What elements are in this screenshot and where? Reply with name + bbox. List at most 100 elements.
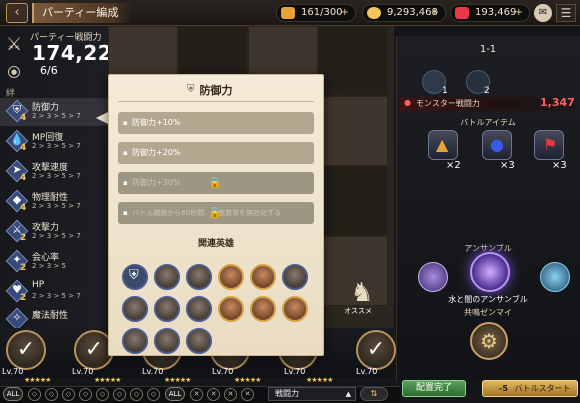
gem-counter[interactable]: 193,469 + xyxy=(450,4,530,22)
lock-icon: 🔒 xyxy=(208,206,222,219)
filter-all-class-button[interactable]: ALL xyxy=(165,387,185,401)
filter-element-icon[interactable]: ◇ xyxy=(79,388,92,401)
related-hero-9[interactable] xyxy=(186,296,212,322)
mail-icon: ✉ xyxy=(538,7,548,18)
related-hero-14[interactable] xyxy=(154,328,180,354)
filter-all-button[interactable]: ALL xyxy=(3,387,23,401)
filter-class-icon[interactable]: ✕ xyxy=(241,388,254,401)
add-gem-icon[interactable]: + xyxy=(515,5,523,21)
popup-title: 防御力 xyxy=(199,84,233,97)
hero-stars: ★★★★★ xyxy=(164,376,191,384)
related-hero-10[interactable] xyxy=(218,296,244,322)
magic-shield-icon: ✧ xyxy=(12,311,22,324)
bond-tier-1: ▪ 防御力+10% xyxy=(118,112,314,134)
sort-select[interactable]: 戦闘力 ▲ xyxy=(268,387,356,401)
ensemble-orb-left[interactable] xyxy=(418,262,448,292)
related-hero-8[interactable] xyxy=(154,296,180,322)
battle-item-1[interactable]: ▲ xyxy=(428,130,458,160)
bond-name: HP xyxy=(32,280,45,290)
battle-item-3[interactable]: ⚑ xyxy=(534,130,564,160)
ensemble-name: 水と闇のアンサンブル xyxy=(448,295,528,304)
bond-name: 魔法耐性 xyxy=(32,311,69,321)
monster-power-value: 1,347 xyxy=(540,96,575,109)
hero-stars: ★★★★★ xyxy=(24,376,51,384)
related-hero-4[interactable] xyxy=(218,264,244,290)
bond-tiers: 2 > 3 > 5 > 7 xyxy=(32,202,81,210)
bond-row-attack-speed[interactable]: ➤ 4 攻撃速度 2 > 3 > 5 > 7 xyxy=(0,158,108,186)
filter-class-icon[interactable]: ✕ xyxy=(224,388,237,401)
ready-button[interactable]: 配置完了 xyxy=(402,380,466,397)
page-title: パーティー編成 xyxy=(32,3,132,23)
related-hero-7[interactable] xyxy=(122,296,148,322)
filter-element-icon[interactable]: ◇ xyxy=(45,388,58,401)
bond-tier-4: ▪ バトル開始から60秒間、状態異常を無効化する 🔒 xyxy=(118,202,314,224)
chevron-down-icon: ▲ xyxy=(345,390,351,398)
related-hero-2[interactable] xyxy=(154,264,180,290)
bullet-icon: ▪ xyxy=(123,149,128,157)
ensemble-orb-right[interactable] xyxy=(540,262,570,292)
battle-item-2[interactable]: ● xyxy=(482,130,512,160)
coin-counter[interactable]: 9,293,468 + xyxy=(362,4,446,22)
filter-class-icon[interactable]: ✕ xyxy=(190,388,203,401)
menu-button[interactable]: ☰ xyxy=(556,4,576,22)
filter-element-icon[interactable]: ◇ xyxy=(96,388,109,401)
filter-class-icon[interactable]: ✕ xyxy=(207,388,220,401)
bond-tiers: 2 > 3 > 5 > 7 xyxy=(32,112,81,120)
bond-level: 4 xyxy=(20,173,27,183)
filter-element-icon[interactable]: ◇ xyxy=(113,388,126,401)
related-hero-15[interactable] xyxy=(186,328,212,354)
battle-start-label: バトルスタート xyxy=(514,384,571,393)
related-hero-3[interactable] xyxy=(186,264,212,290)
filter-element-icon[interactable]: ◇ xyxy=(62,388,75,401)
item-count: ×2 xyxy=(446,160,461,171)
hero-level: Lv.70 xyxy=(72,367,94,376)
bullet-icon: ▪ xyxy=(123,119,128,127)
stage-label: 1-1 xyxy=(479,44,497,55)
related-hero-6[interactable] xyxy=(282,264,308,290)
bullet-icon: ▪ xyxy=(123,179,128,187)
hero-stars: ★★★★★ xyxy=(234,376,261,384)
bond-row-physical-resist[interactable]: ◆ 4 物理耐性 2 > 3 > 5 > 7 xyxy=(0,188,108,216)
check-icon: ✓ xyxy=(366,337,386,362)
hero-stars: ★★★★★ xyxy=(306,376,333,384)
hero-level: Lv.70 xyxy=(142,367,164,376)
related-heroes-label: 関連英雄 xyxy=(197,239,234,249)
related-hero-11[interactable] xyxy=(250,296,276,322)
warning-icon: ● xyxy=(404,98,411,107)
mail-button[interactable]: ✉ xyxy=(534,4,552,22)
add-stamina-icon[interactable]: + xyxy=(341,5,349,21)
battle-start-button[interactable]: -5 バトルスタート xyxy=(482,380,578,397)
related-hero-1[interactable]: ⛨ xyxy=(122,264,148,290)
tier-text: 防御力+20% xyxy=(132,148,181,157)
roster-hero-6[interactable]: ✓ xyxy=(356,330,396,370)
knight-piece-icon[interactable]: ♞ xyxy=(348,277,376,309)
resonance-label: 共鳴ゼンマイ xyxy=(464,308,512,317)
monster-count: 1 xyxy=(442,86,448,96)
ensemble-orb-center[interactable] xyxy=(470,252,510,292)
bond-level: 2 xyxy=(20,263,27,273)
hero-stars: ★★★★★ xyxy=(94,376,121,384)
bond-row-mp-recovery[interactable]: 💧 4 MP回復 2 > 3 > 5 > 7 xyxy=(0,128,108,156)
coin-icon xyxy=(367,7,381,19)
filter-element-icon[interactable]: ◇ xyxy=(28,388,41,401)
filter-element-icon[interactable]: ◇ xyxy=(147,388,160,401)
related-hero-12[interactable] xyxy=(282,296,308,322)
bond-row-hp[interactable]: ♥ 2 HP 2 > 3 > 5 > 7 xyxy=(0,278,108,306)
back-button[interactable]: ‹ xyxy=(6,3,28,23)
shield-icon: ⛨ xyxy=(129,268,139,283)
stamina-counter[interactable]: 161/300 + xyxy=(276,4,356,22)
bond-row-defense[interactable]: ⛨ 4 防御力 2 > 3 > 5 > 7 xyxy=(0,98,108,126)
bond-row-crit-rate[interactable]: ✦ 2 会心率 2 > 3 > 5 xyxy=(0,248,108,276)
sort-label: 戦闘力 xyxy=(275,389,299,398)
resonance-gear-button[interactable]: ⚙ xyxy=(470,322,508,360)
stamina-value: 161/300 xyxy=(301,7,343,18)
sort-order-button[interactable]: ⇅ xyxy=(360,387,388,401)
roster-hero-1[interactable]: ✓ xyxy=(6,330,46,370)
bond-row-attack[interactable]: ⚔ 2 攻撃力 2 > 3 > 5 > 7 xyxy=(0,218,108,246)
bond-level: 2 xyxy=(20,233,27,243)
filter-element-icon[interactable]: ◇ xyxy=(130,388,143,401)
related-hero-5[interactable] xyxy=(250,264,276,290)
add-coin-icon[interactable]: + xyxy=(431,5,439,21)
related-hero-13[interactable] xyxy=(122,328,148,354)
bullet-icon: ▪ xyxy=(123,209,128,217)
